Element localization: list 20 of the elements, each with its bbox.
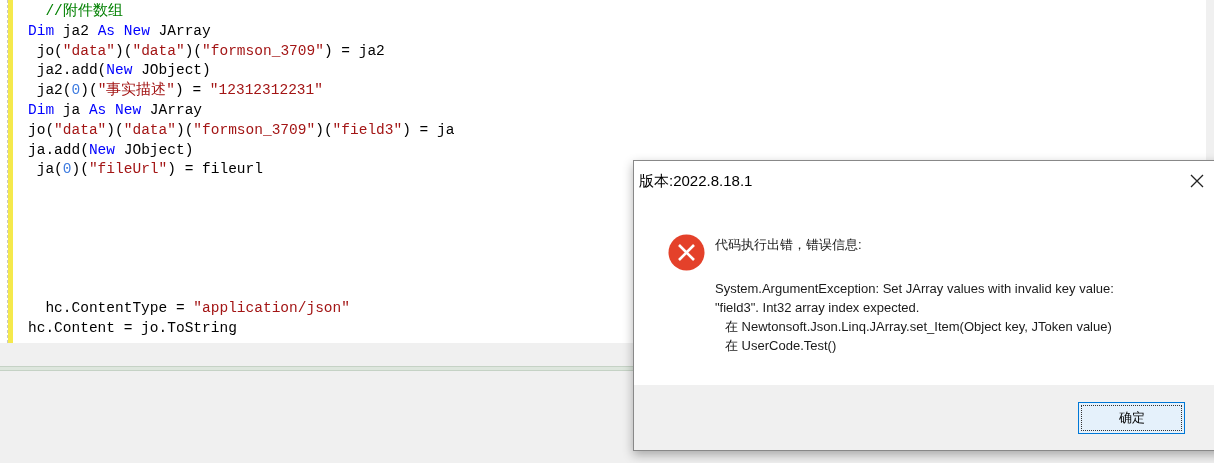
close-icon[interactable] — [1190, 174, 1204, 188]
code-line: hc.ContentType = "application/json" — [44, 299, 350, 316]
code-line: ja.add(New JObject) — [28, 141, 194, 158]
code-line: ja2.add(New JObject) — [35, 62, 211, 79]
ok-button[interactable]: 确定 — [1078, 401, 1185, 434]
code-line: ja2(0)("事实描述") = "12312312231" — [35, 82, 323, 99]
error-message-line: System.ArgumentException: Set JArray values with invalid key value: — [715, 279, 1114, 298]
code-line: Dim ja2 As New JArray — [28, 22, 211, 39]
error-heading: 代码执行出错，错误信息: — [715, 236, 863, 254]
code-line: //附件数组 — [44, 3, 123, 19]
code-line: jo("data")("data")("formson_3709")("field3") = ja — [28, 121, 455, 138]
stack-trace-line: 在 Newtonsoft.Json.Linq.JArray.set_Item(Object key, JToken value) — [724, 317, 1113, 336]
error-message-line: "field3". Int32 array index expected. — [715, 298, 921, 317]
code-line: hc.Content = jo.ToString — [28, 319, 237, 336]
code-line: jo("data")("data")("formson_3709") = ja2 — [35, 42, 385, 59]
error-icon — [668, 234, 705, 271]
code-line: ja(0)("fileUrl") = fileurl — [35, 161, 263, 178]
window-title: 版本:2022.8.18.1 — [639, 170, 753, 191]
code-line: Dim ja As New JArray — [28, 102, 203, 118]
stack-trace-line: 在 UserCode.Test() — [724, 336, 838, 355]
